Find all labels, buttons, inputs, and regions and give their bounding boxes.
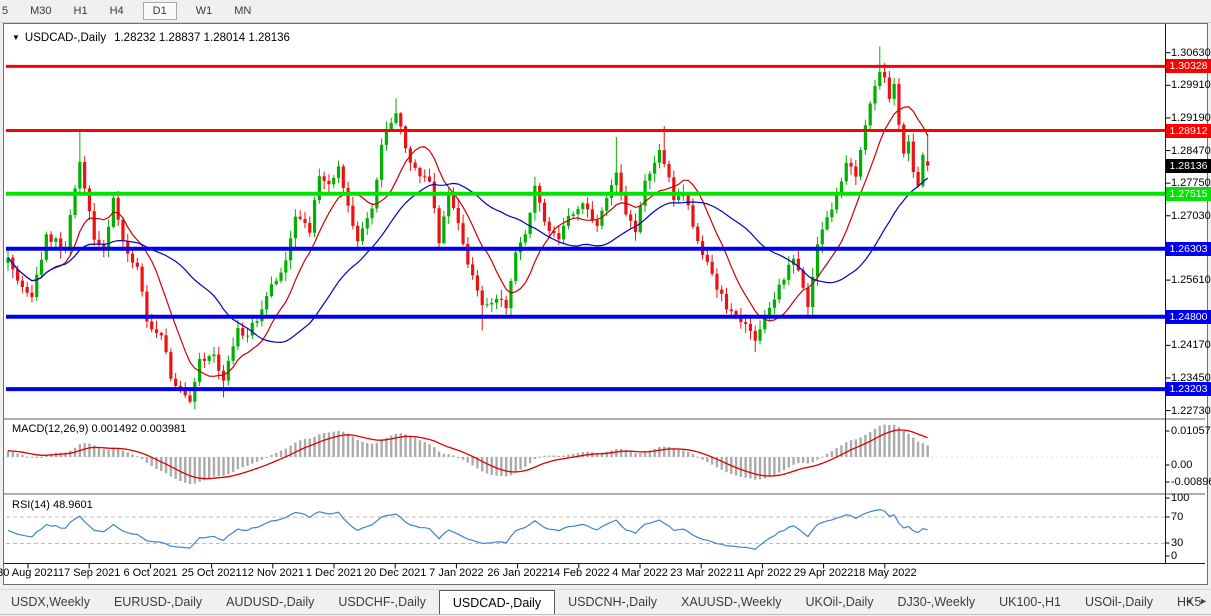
macd-axis-label: -0.00896: [1171, 476, 1211, 488]
rsi-axis-label: 0: [1171, 550, 1178, 562]
level-price-flag: 1.24800: [1166, 309, 1211, 324]
chart-tab-usdchf-daily[interactable]: USDCHF-,Daily: [327, 590, 437, 614]
timeframe-button-h4[interactable]: H4: [104, 2, 130, 20]
chart-tab-bar: USDX,Weekly EURUSD-,Daily AUDUSD-,Daily USD…: [0, 589, 1211, 615]
rsi-axis-label: 30: [1171, 537, 1184, 549]
timeframe-button-mn[interactable]: MN: [228, 2, 257, 20]
tab-scroll-right-icon[interactable]: ►: [1199, 596, 1208, 606]
candles-layer: [6, 46, 930, 410]
price-tick-label: 1.30630: [1171, 46, 1211, 59]
price-tick-label: 1.24170: [1171, 339, 1211, 352]
rsi-indicator-label: RSI(14) 48.9601: [12, 499, 93, 511]
chart-title: ▼ USDCAD-,Daily 1.28232 1.28837 1.28014 1.…: [12, 32, 290, 44]
price-tick-label: 1.22730: [1171, 404, 1211, 417]
chart-symbol-label: USDCAD-,Daily: [24, 32, 107, 44]
rsi-pane: [7, 508, 928, 550]
timeframe-button-m30[interactable]: M30: [24, 2, 57, 20]
chart-tab-usoil-daily[interactable]: USOil-,Daily: [1074, 590, 1164, 614]
timeframe-toolbar: 5 M30 H1 H4 D1 W1 MN: [0, 0, 1211, 23]
rsi-axis-label: 100: [1171, 492, 1190, 504]
chart-tab-dj30-weekly[interactable]: DJ30-,Weekly: [887, 590, 987, 614]
price-pane: [6, 46, 930, 410]
price-tick-label: 1.29910: [1171, 79, 1211, 92]
level-price-flag: 1.27515: [1166, 186, 1211, 201]
price-tick-label: 1.27030: [1171, 209, 1211, 222]
timeframe-button-w1[interactable]: W1: [190, 2, 219, 20]
date-axis-label: 18 May 2022: [852, 567, 917, 579]
macd-axis-label: 0.010578: [1171, 425, 1211, 437]
terminal-window: { "toolbar": { "timeframes": [ {"label":…: [0, 0, 1211, 616]
chart-plot-svg: [4, 24, 1205, 569]
chart-ohlc-values: 1.28232 1.28837 1.28014 1.28136: [114, 32, 290, 44]
macd-signal-line: [7, 429, 928, 480]
chart-tab-audusd-daily[interactable]: AUDUSD-,Daily: [215, 590, 325, 614]
timeframe-button-h1[interactable]: H1: [68, 2, 94, 20]
chart-tab-uk100-h1[interactable]: UK100-,H1: [988, 590, 1072, 614]
price-tick-label: 1.25610: [1171, 274, 1211, 287]
chart-tab-xauusd-weekly[interactable]: XAUUSD-,Weekly: [670, 590, 792, 614]
chart-tab-usdx-weekly[interactable]: USDX,Weekly: [0, 590, 101, 614]
current-price-flag: 1.28136: [1166, 158, 1211, 173]
price-tick-label: 1.28470: [1171, 144, 1211, 157]
macd-axis-label: 0.00: [1171, 459, 1193, 471]
timeframe-button-5[interactable]: 5: [0, 2, 14, 20]
chart-tab-usdcad-daily[interactable]: USDCAD-,Daily: [438, 590, 556, 614]
rsi-axis-label: 70: [1171, 511, 1184, 523]
chart-tab-ukoil-daily[interactable]: UKOil-,Daily: [794, 590, 884, 614]
chart-tab-eurusd-daily[interactable]: EURUSD-,Daily: [103, 590, 213, 614]
level-price-flag: 1.26303: [1166, 241, 1211, 256]
chart-window: ▼ USDCAD-,Daily 1.28232 1.28837 1.28014 1.…: [0, 23, 1211, 585]
macd-indicator-label: MACD(12,26,9) 0.001492 0.003981: [12, 423, 187, 435]
level-price-flag: 1.23203: [1166, 382, 1211, 397]
tab-scroll-controls: ◄ ►: [1184, 589, 1208, 613]
level-price-flag: 1.30328: [1166, 59, 1211, 74]
symbol-dropdown-icon[interactable]: ▼: [12, 33, 20, 42]
timeframe-button-d1[interactable]: D1: [142, 2, 177, 20]
rsi-line: [7, 508, 928, 550]
tab-scroll-left-icon[interactable]: ◄: [1184, 596, 1193, 606]
level-price-flag: 1.28912: [1166, 123, 1211, 138]
chart-tab-usdcnh-daily[interactable]: USDCNH-,Daily: [557, 590, 668, 614]
